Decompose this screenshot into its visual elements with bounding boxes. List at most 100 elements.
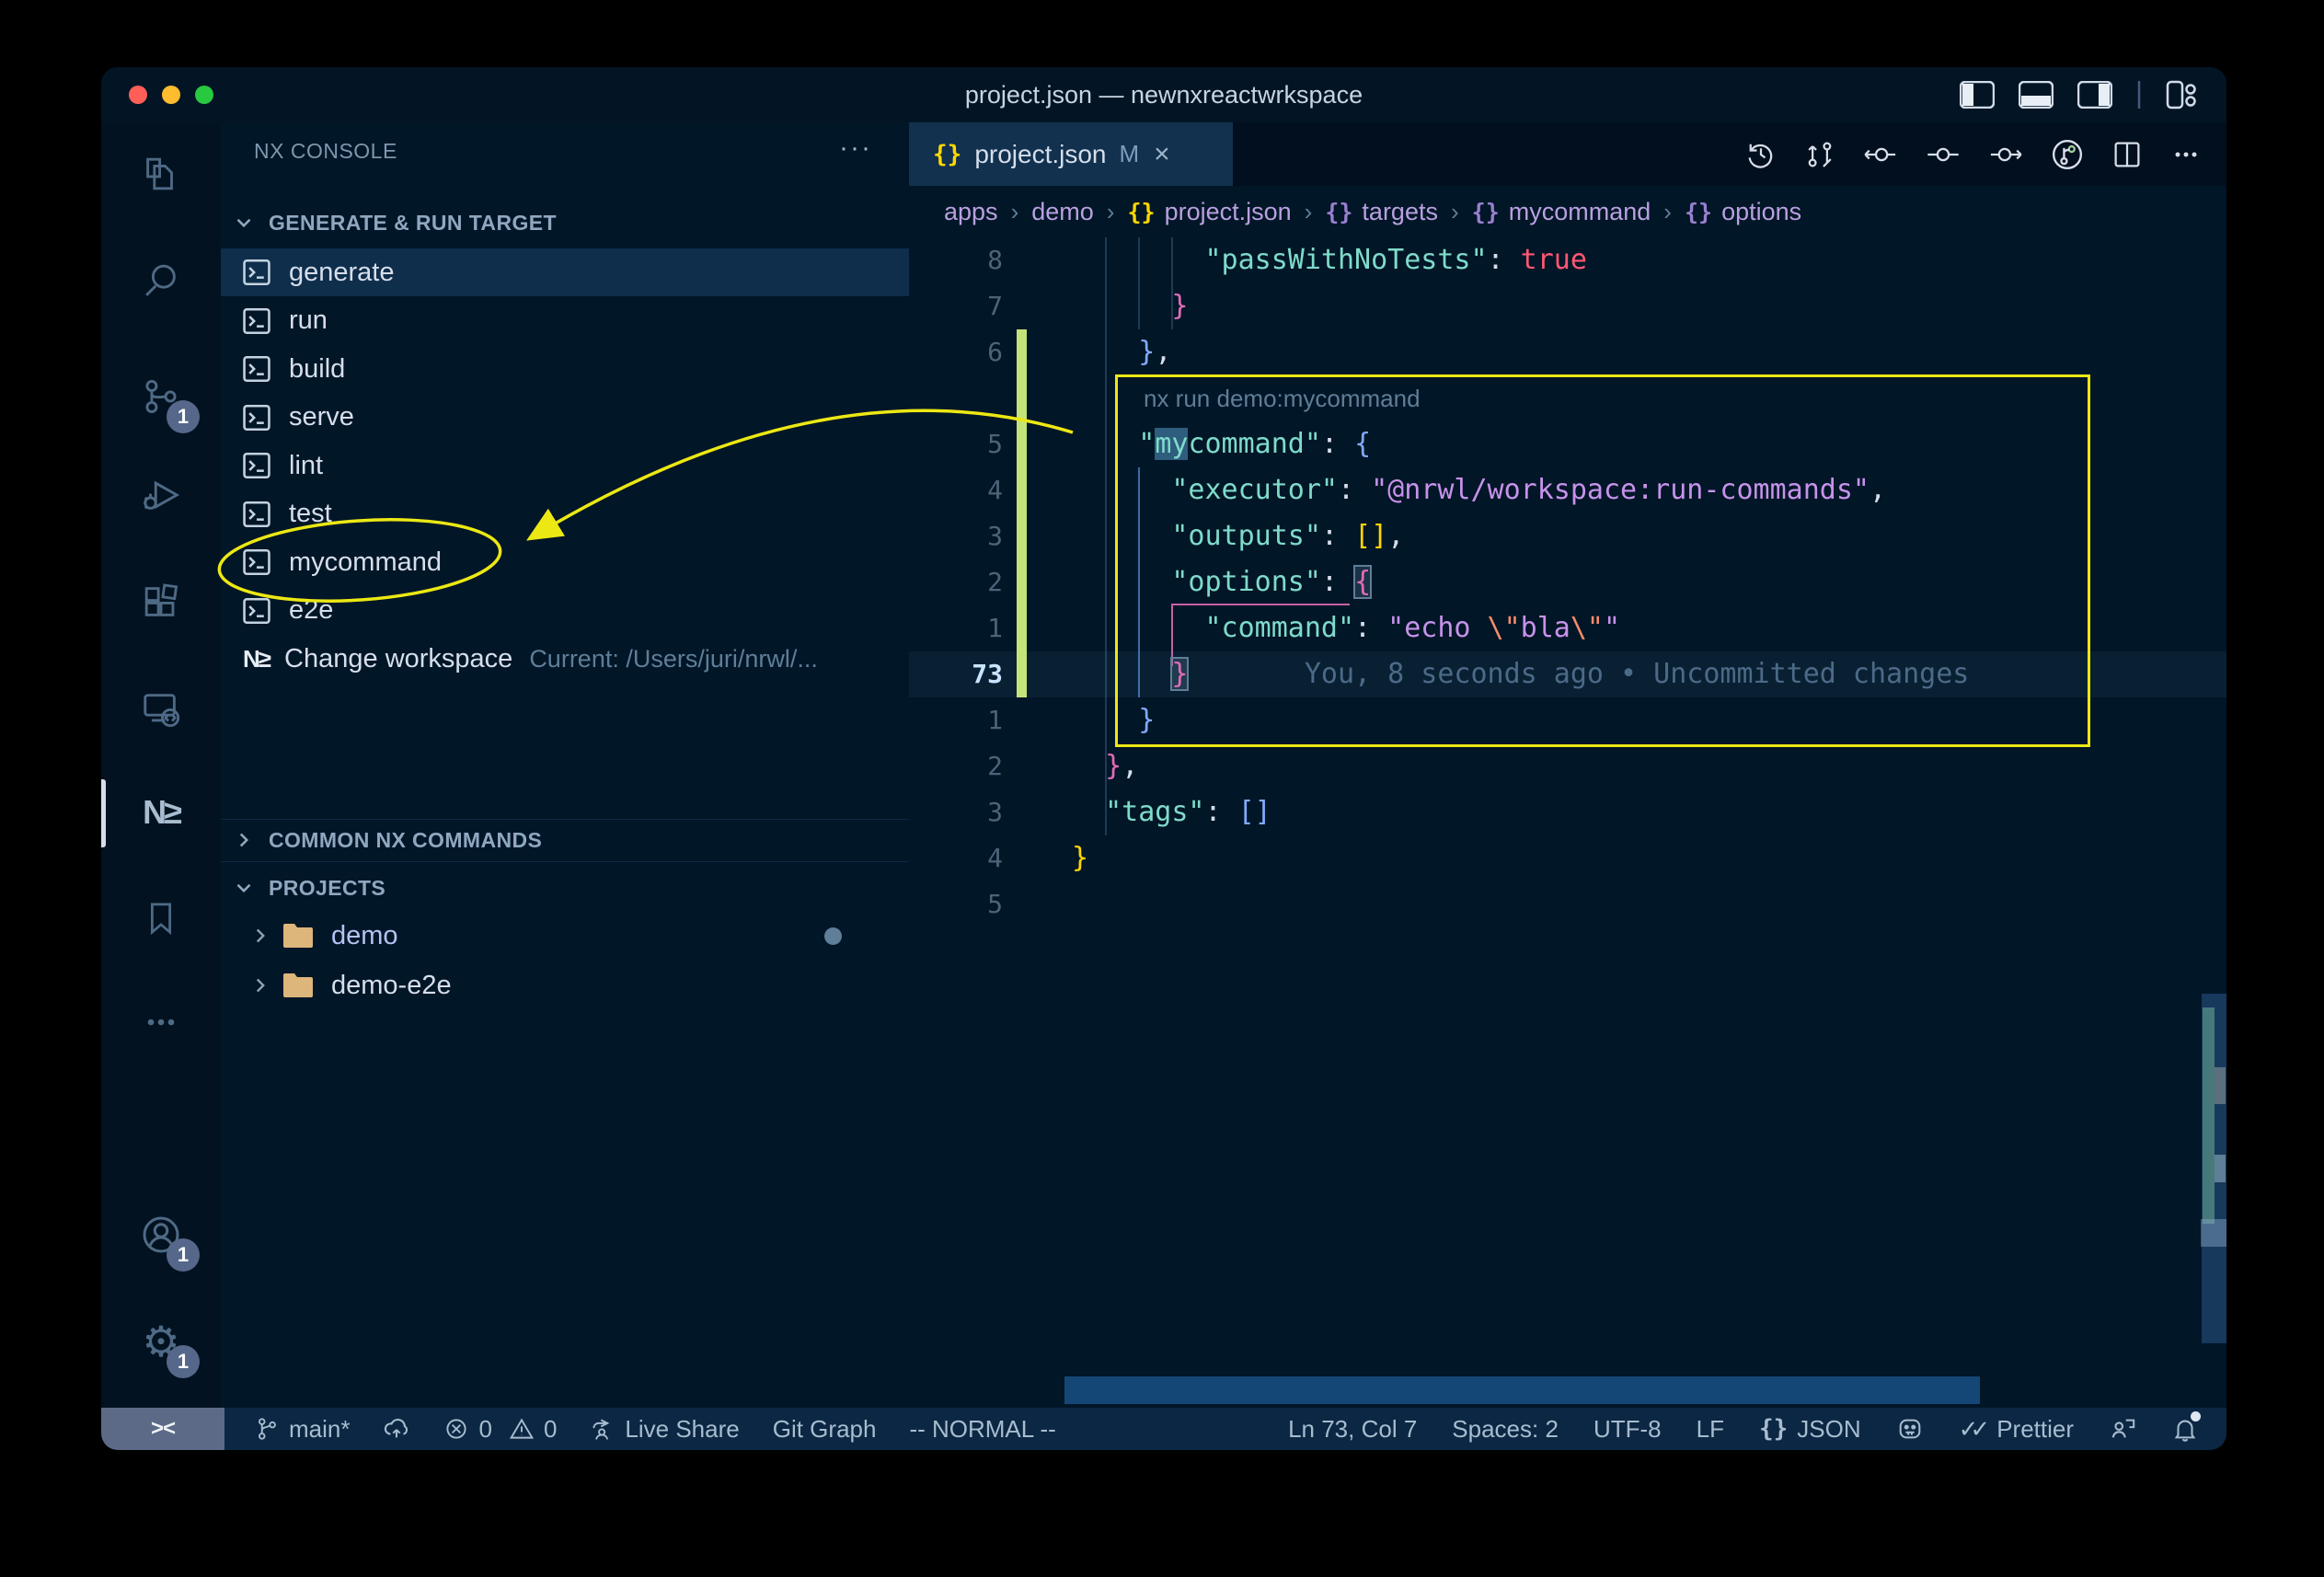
code-line-1[interactable]: 1 } [909,697,2226,743]
prettier-item[interactable]: ✓✓ Prettier [1959,1415,2074,1444]
line-number: 5 [909,421,1003,467]
code-line-codelens[interactable]: nx run demo:mycommand [909,375,2226,421]
current-change-icon[interactable] [1925,138,1962,171]
section-projects[interactable]: PROJECTS [221,869,909,907]
language-mode-item[interactable]: {} JSON [1759,1415,1861,1444]
compare-changes-icon[interactable] [1803,138,1836,171]
target-item-e2e[interactable]: e2e [221,587,909,635]
git-graph-icon[interactable] [2050,137,2085,172]
active-view-indicator [101,779,106,847]
breadcrumb-targets[interactable]: targets [1362,198,1438,226]
target-item-serve[interactable]: serve [221,394,909,442]
vim-mode-item[interactable]: -- NORMAL -- [909,1415,1055,1444]
target-item-generate[interactable]: generate [221,248,909,296]
code-line-5[interactable]: 5 "mycommand": { [909,421,2226,467]
nx-console-icon[interactable]: N≥ [132,783,190,842]
target-item-build[interactable]: build [221,345,909,393]
remote-explorer-icon[interactable] [132,679,190,738]
eol-item[interactable]: LF [1697,1415,1724,1444]
tab-project-json[interactable]: {} project.json M × [909,122,1233,186]
code-line-3[interactable]: 3 "tags": [] [909,789,2226,835]
source-control-icon[interactable]: 1 [132,367,190,426]
breadcrumb-options[interactable]: options [1721,198,1801,226]
section-generate-run-target[interactable]: GENERATE & RUN TARGET [221,203,909,242]
code-line-7[interactable]: 7 } [909,283,2226,329]
git-change-bar [1017,605,1027,651]
code-line-5[interactable]: 5 [909,881,2226,927]
section-common-nx-commands[interactable]: COMMON NX COMMANDS [221,821,909,859]
code-line-3[interactable]: 3 "outputs": [], [909,513,2226,559]
cursor-position-item[interactable]: Ln 73, Col 7 [1288,1415,1417,1444]
code-line-4[interactable]: 4 "executor": "@nrwl/workspace:run-comma… [909,467,2226,513]
tab-close-icon[interactable]: × [1154,139,1170,170]
toggle-secondary-sidebar-icon[interactable] [2077,81,2112,109]
split-editor-icon[interactable] [2111,138,2144,171]
breadcrumb-mycommand[interactable]: mycommand [1509,198,1651,226]
code-text: } You, 8 seconds ago • Uncommitted chang… [1027,651,1969,697]
code-line-4[interactable]: 4} [909,835,2226,881]
customize-layout-icon[interactable] [2166,80,2199,109]
code-line-2[interactable]: 2 "options": { [909,559,2226,605]
toggle-primary-sidebar-icon[interactable] [1960,81,1995,109]
project-item-demo-e2e[interactable]: demo-e2e [221,961,909,1009]
sync-item[interactable] [383,1415,410,1443]
git-change-bar [1017,513,1027,559]
target-item-label: serve [289,402,354,432]
sidebar-more-icon[interactable]: ··· [839,122,872,174]
encoding-item[interactable]: UTF-8 [1593,1415,1662,1444]
remote-indicator[interactable]: >< [101,1408,224,1450]
breadcrumb-separator: › [1011,198,1019,226]
editor-group: {} project.json M × apps › demo › {} project.… [909,122,2226,1408]
more-actions-icon[interactable] [2169,138,2203,171]
breadcrumb-separator: › [1107,198,1115,226]
search-icon[interactable] [132,251,190,310]
project-item-demo[interactable]: demo [221,912,909,960]
code-line-6[interactable]: 6 }, [909,329,2226,375]
breadcrumbs[interactable]: apps›demo›{}project.json›{}targets›{}myc… [944,186,1801,237]
code-area[interactable]: 8 "passWithNoTests": true7 }6 },nx run d… [909,237,2226,937]
horizontal-scrollbar[interactable] [1064,1376,1980,1404]
bookmarks-icon[interactable] [132,889,190,948]
code-line-1[interactable]: 1 "command": "echo \"bla\"" [909,605,2226,651]
overview-mark [2215,1067,2226,1104]
target-item-run[interactable]: run [221,297,909,345]
explorer-icon[interactable] [132,144,190,203]
line-number: 4 [909,467,1003,513]
json-braces-icon: {} [1127,199,1155,225]
smiley-icon[interactable] [1896,1415,1924,1443]
live-share-item[interactable]: Live Share [590,1415,739,1444]
account-icon[interactable]: 1 [132,1205,190,1264]
indentation-item[interactable]: Spaces: 2 [1452,1415,1559,1444]
target-item-lint[interactable]: lint [221,442,909,489]
branch-item[interactable]: main* [254,1415,350,1444]
code-line-73[interactable]: 73 } You, 8 seconds ago • Uncommitted ch… [909,651,2226,697]
breadcrumb-apps[interactable]: apps [944,198,998,226]
notifications-bell-icon[interactable] [2171,1415,2199,1443]
status-bar: >< main* 0 0 Live Share Git Graph -- NOR… [101,1408,2226,1450]
problems-item[interactable]: 0 0 [443,1415,557,1444]
git-graph-item[interactable]: Git Graph [773,1415,877,1444]
target-item-label: mycommand [289,547,442,578]
line-number: 2 [909,559,1003,605]
overview-ruler[interactable] [2199,122,2226,1408]
code-line-2[interactable]: 2 }, [909,743,2226,789]
code-line-8[interactable]: 8 "passWithNoTests": true [909,237,2226,283]
change-workspace-item[interactable]: N≥ Change workspace Current: /Users/juri… [221,635,909,683]
line-number: 1 [909,605,1003,651]
run-debug-icon[interactable] [132,466,190,524]
more-views-icon[interactable] [132,993,190,1052]
toggle-panel-icon[interactable] [2019,81,2054,109]
timeline-history-icon[interactable] [1744,138,1778,171]
previous-change-icon[interactable] [1862,138,1899,171]
nx-mini-icon: N≥ [243,645,270,673]
target-item-test[interactable]: test [221,490,909,538]
breadcrumb-demo[interactable]: demo [1031,198,1094,226]
target-item-mycommand[interactable]: mycommand [221,538,909,586]
settings-gear-icon[interactable]: ⚙ 1 [132,1312,190,1371]
breadcrumb-project.json[interactable]: project.json [1165,198,1292,226]
next-change-icon[interactable] [1987,138,2024,171]
extensions-icon[interactable] [132,572,190,631]
live-share-contacts-icon[interactable] [2109,1415,2136,1443]
code-text: "outputs": [], [1027,513,1404,559]
change-workspace-current: Current: /Users/juri/nrwl/... [529,645,818,673]
